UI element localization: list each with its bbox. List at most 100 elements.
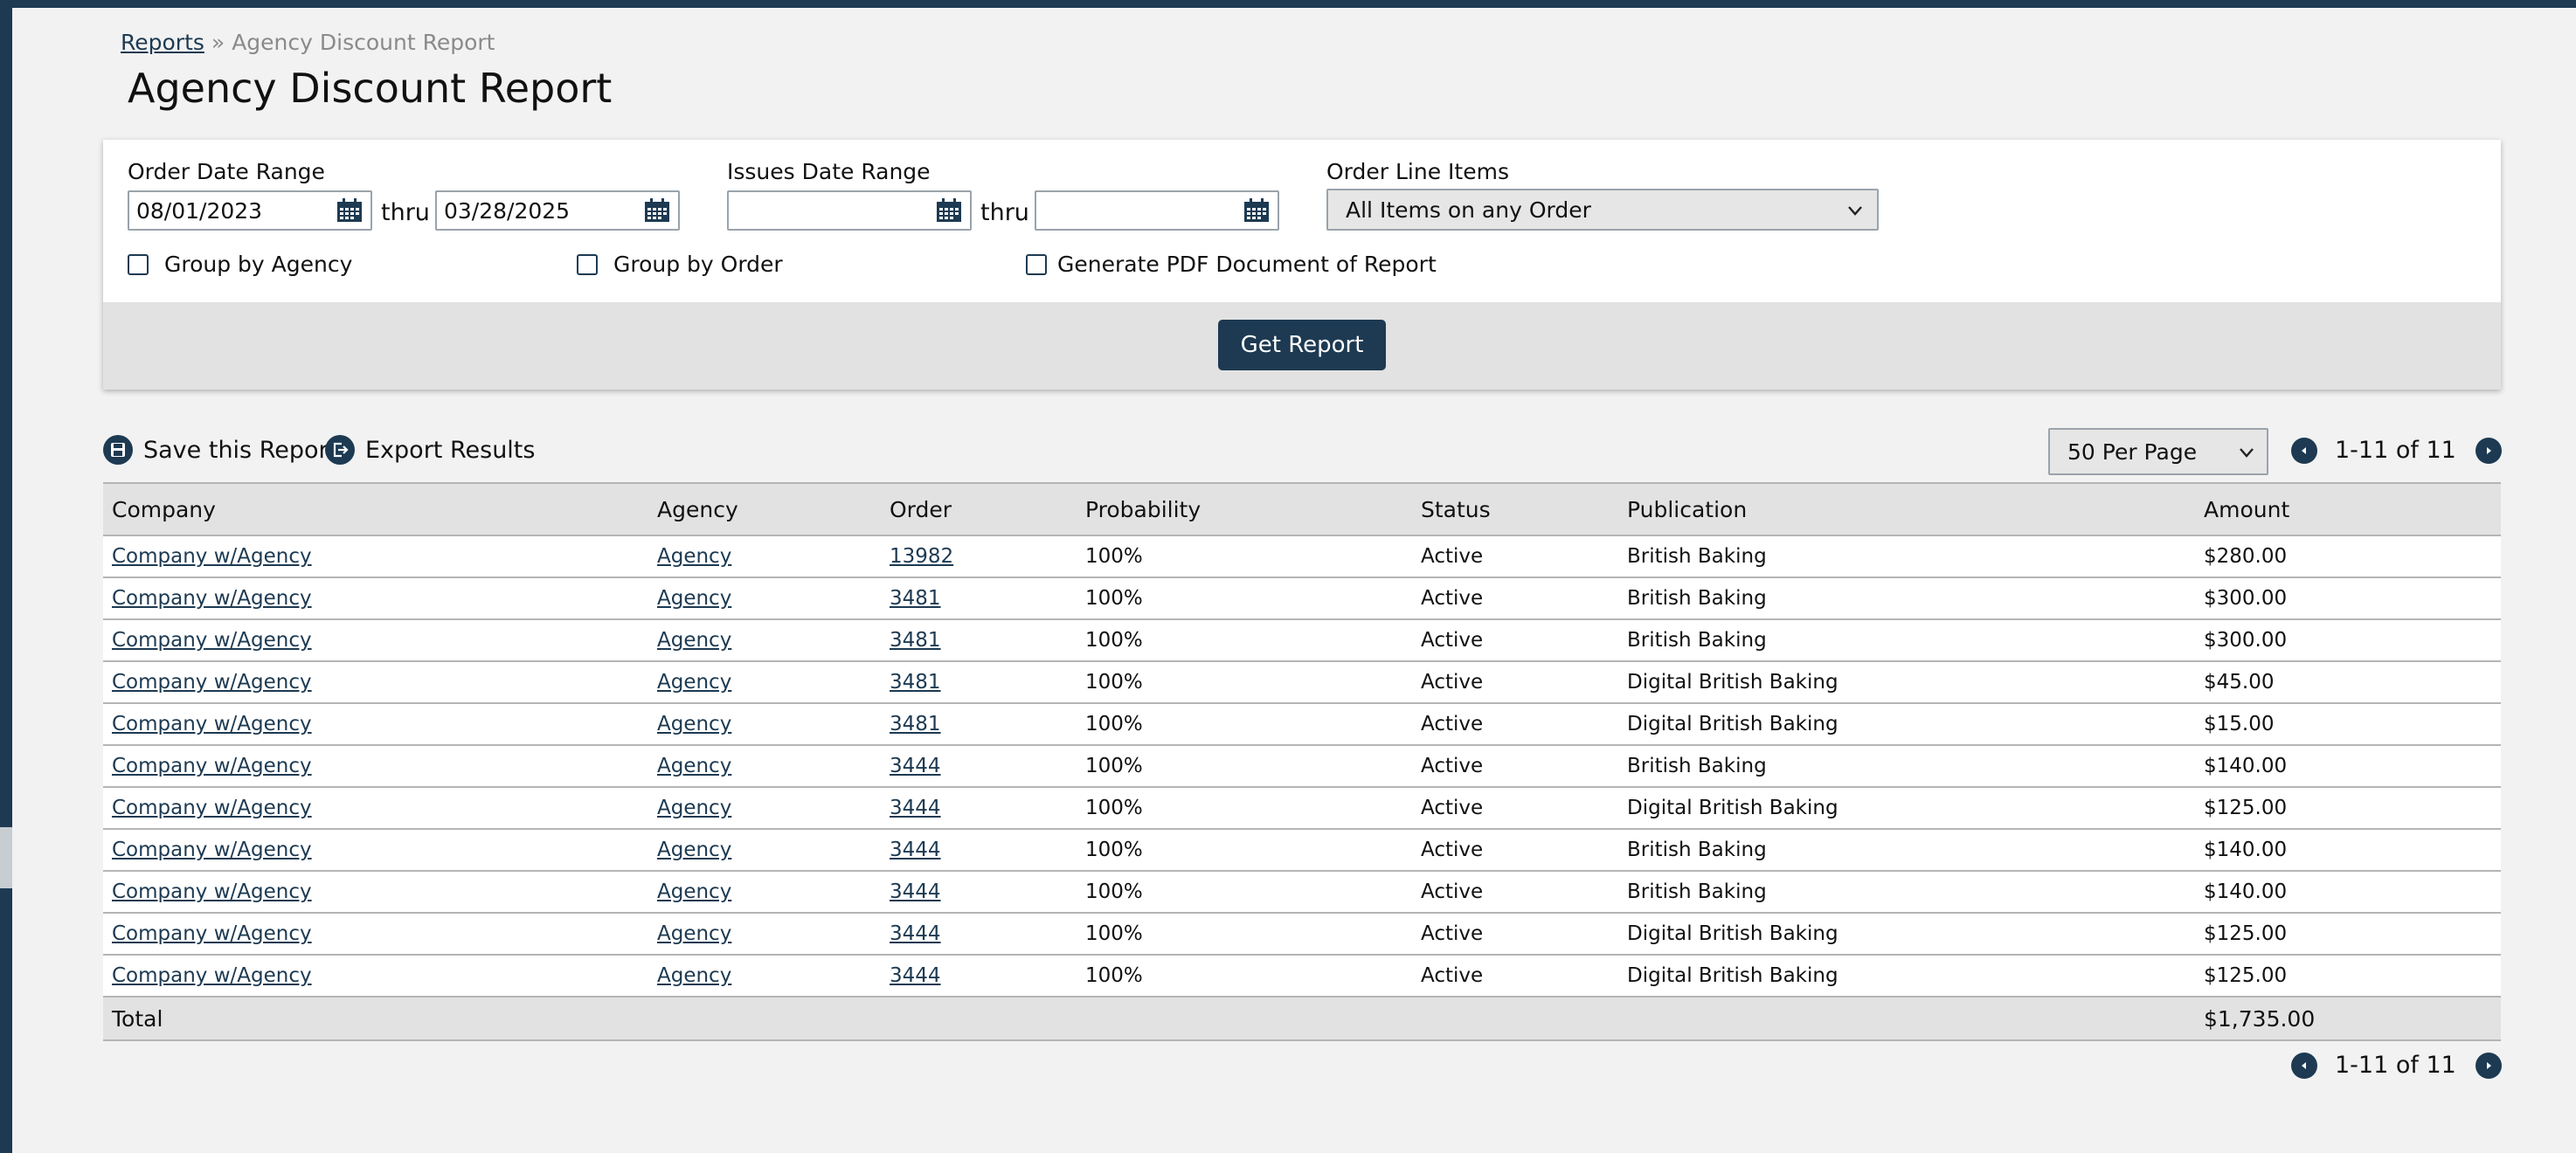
amount-cell: $125.00 (2204, 797, 2288, 819)
company-link[interactable]: Company w/Agency (112, 839, 312, 861)
order-link[interactable]: 3481 (890, 587, 941, 610)
status-cell: Active (1421, 880, 1484, 903)
agency-link[interactable]: Agency (657, 880, 731, 903)
company-link[interactable]: Company w/Agency (112, 880, 312, 903)
total-label: Total (103, 997, 648, 1041)
column-header-status[interactable]: Status (1412, 482, 1618, 536)
company-link[interactable]: Company w/Agency (112, 671, 312, 694)
breadcrumb-reports-link[interactable]: Reports (121, 30, 204, 55)
agency-link[interactable]: Agency (657, 922, 731, 945)
agency-link[interactable]: Agency (657, 755, 731, 777)
order-link[interactable]: 3444 (890, 964, 941, 987)
order-link[interactable]: 3444 (890, 797, 941, 819)
table-cell: $300.00 (2195, 619, 2501, 662)
table-cell: British Baking (1618, 745, 2195, 788)
save-report-action[interactable]: Save this Report (103, 435, 337, 465)
agency-link[interactable]: Agency (657, 713, 731, 735)
company-link[interactable]: Company w/Agency (112, 629, 312, 652)
order-date-range-label: Order Date Range (128, 159, 325, 184)
status-cell: Active (1421, 922, 1484, 945)
sidebar-collapse-tab[interactable] (0, 827, 12, 888)
next-page-icon[interactable] (2475, 1052, 2502, 1079)
status-cell: Active (1421, 839, 1484, 861)
table-cell: Company w/Agency (103, 661, 648, 704)
table-cell: Active (1412, 661, 1618, 704)
export-results-action[interactable]: Export Results (325, 435, 535, 465)
issues-date-from-input[interactable] (727, 190, 972, 231)
agency-link[interactable]: Agency (657, 545, 731, 568)
table-cell: Agency (648, 535, 881, 578)
company-link[interactable]: Company w/Agency (112, 545, 312, 568)
generate-pdf-option[interactable]: Generate PDF Document of Report (1026, 252, 1437, 277)
company-link[interactable]: Company w/Agency (112, 755, 312, 777)
table-row: Company w/Agency Agency 13982 100% Active Bri… (103, 535, 2501, 578)
group-by-agency-checkbox[interactable] (128, 253, 149, 275)
group-by-order-checkbox[interactable] (577, 253, 598, 275)
table-cell: Company w/Agency (103, 535, 648, 578)
report-table: Company Agency Order Probability Status … (103, 482, 2501, 1041)
column-header-company[interactable]: Company (103, 482, 648, 536)
order-date-to-input[interactable]: 03/28/2025 (435, 190, 680, 231)
table-cell: Agency (648, 745, 881, 788)
status-cell: Active (1421, 755, 1484, 777)
probability-cell: 100% (1085, 797, 1143, 819)
previous-page-icon[interactable] (2291, 1052, 2317, 1079)
calendar-icon[interactable] (643, 197, 671, 224)
order-link[interactable]: 3444 (890, 880, 941, 903)
table-cell: Company w/Agency (103, 577, 648, 620)
agency-link[interactable]: Agency (657, 797, 731, 819)
save-icon (103, 435, 133, 465)
table-cell: Digital British Baking (1618, 661, 2195, 704)
order-link[interactable]: 3481 (890, 629, 941, 652)
probability-cell: 100% (1085, 880, 1143, 903)
order-link[interactable]: 13982 (890, 545, 953, 568)
table-cell: 100% (1077, 535, 1412, 578)
column-header-amount[interactable]: Amount (2195, 482, 2501, 536)
issues-date-to-input[interactable] (1035, 190, 1279, 231)
table-header-row: Company Agency Order Probability Status … (103, 482, 2501, 536)
order-date-from-value: 08/01/2023 (136, 197, 263, 224)
company-link[interactable]: Company w/Agency (112, 964, 312, 987)
order-link[interactable]: 3444 (890, 922, 941, 945)
column-header-agency[interactable]: Agency (648, 482, 881, 536)
previous-page-icon[interactable] (2291, 437, 2317, 464)
table-cell: British Baking (1618, 871, 2195, 914)
agency-link[interactable]: Agency (657, 629, 731, 652)
column-header-probability[interactable]: Probability (1077, 482, 1412, 536)
export-results-label: Export Results (365, 436, 536, 464)
agency-link[interactable]: Agency (657, 839, 731, 861)
table-cell: 100% (1077, 703, 1412, 746)
agency-link[interactable]: Agency (657, 964, 731, 987)
column-header-publication[interactable]: Publication (1618, 482, 2195, 536)
company-link[interactable]: Company w/Agency (112, 713, 312, 735)
order-link[interactable]: 3444 (890, 755, 941, 777)
calendar-icon[interactable] (336, 197, 364, 224)
group-by-agency-option[interactable]: Group by Agency (128, 252, 352, 277)
group-by-order-option[interactable]: Group by Order (577, 252, 783, 277)
order-line-items-value: All Items on any Order (1346, 197, 1591, 223)
order-link[interactable]: 3481 (890, 671, 941, 694)
generate-pdf-checkbox[interactable] (1026, 253, 1047, 275)
table-cell: $45.00 (2195, 661, 2501, 704)
calendar-icon[interactable] (1243, 197, 1271, 224)
company-link[interactable]: Company w/Agency (112, 587, 312, 610)
order-link[interactable]: 3481 (890, 713, 941, 735)
page-title: Agency Discount Report (128, 65, 613, 112)
agency-link[interactable]: Agency (657, 671, 731, 694)
agency-link[interactable]: Agency (657, 587, 731, 610)
calendar-icon[interactable] (935, 197, 963, 224)
company-link[interactable]: Company w/Agency (112, 922, 312, 945)
order-line-items-select[interactable]: All Items on any Order (1326, 189, 1879, 231)
table-row: Company w/Agency Agency 3481 100% Active Brit… (103, 577, 2501, 620)
table-cell: Agency (648, 703, 881, 746)
status-cell: Active (1421, 713, 1484, 735)
company-link[interactable]: Company w/Agency (112, 797, 312, 819)
per-page-select[interactable]: 50 Per Page (2048, 428, 2268, 475)
next-page-icon[interactable] (2475, 437, 2502, 464)
order-link[interactable]: 3444 (890, 839, 941, 861)
column-header-order[interactable]: Order (881, 482, 1077, 536)
get-report-button[interactable]: Get Report (1218, 320, 1386, 370)
probability-cell: 100% (1085, 671, 1143, 694)
order-date-from-input[interactable]: 08/01/2023 (128, 190, 372, 231)
probability-cell: 100% (1085, 629, 1143, 652)
